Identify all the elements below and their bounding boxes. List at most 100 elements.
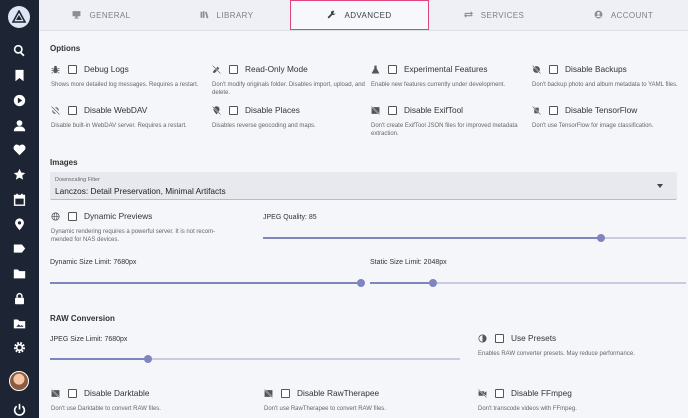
brain-off-icon: [532, 105, 541, 115]
use-presets-checkbox[interactable]: [495, 333, 504, 343]
chevron-down-icon: [657, 184, 663, 188]
experimental-checkbox[interactable]: [388, 64, 397, 74]
disable-darktable-checkbox[interactable]: [68, 388, 77, 398]
disable-exiftool-label: Disable ExifTool: [404, 105, 464, 115]
contrast-icon: [478, 333, 487, 343]
dynamic-previews-label: Dynamic Previews: [84, 211, 153, 221]
jpeg-size-limit-fill: [50, 358, 149, 360]
settings-tabs: GENERAL LIBRARY ADVANCED SERVICES ACCOUN…: [39, 0, 688, 31]
disable-exiftool-description: Don't create ExifTool JSON files for imp…: [371, 123, 518, 137]
dynamic-previews-description: Dynamic rendering requires a powerful se…: [51, 229, 216, 243]
dynamic-size-limit-slider[interactable]: [50, 279, 365, 287]
disable-backups-description: Don't backup photo and album metadata to…: [532, 82, 678, 88]
jpeg-size-limit-thumb[interactable]: [144, 355, 153, 363]
person-icon[interactable]: [11, 117, 27, 133]
debug-logs-label: Debug Logs: [84, 64, 129, 74]
folder-icon[interactable]: [11, 265, 27, 281]
swap-icon: [463, 10, 473, 21]
disable-ffmpeg-checkbox[interactable]: [495, 388, 504, 398]
tab-general[interactable]: GENERAL: [39, 0, 164, 30]
map-marker-icon[interactable]: [11, 216, 27, 232]
sync-off-icon: [51, 105, 60, 115]
downscaling-filter-select[interactable]: Downscaling Filter Lanczos: Detail Prese…: [50, 172, 677, 200]
heart-icon[interactable]: [11, 141, 27, 157]
read-only-option: Read-Only Mode Don't modify originals fo…: [212, 63, 372, 97]
tab-account[interactable]: ACCOUNT: [559, 0, 688, 30]
static-size-limit-label: Static Size Limit: 2048px: [370, 259, 447, 266]
disable-darktable-label: Disable Darktable: [84, 388, 150, 398]
monitor-icon: [72, 10, 81, 21]
map-marker-off-icon: [212, 105, 221, 115]
dynamic-previews-option: Dynamic Previews Dynamic rendering requi…: [51, 210, 231, 244]
debug-logs-option: Debug Logs Shows more detailed log messa…: [51, 63, 211, 89]
star-icon[interactable]: [11, 166, 27, 182]
disable-webdav-option: Disable WebDAV Disable built-in WebDAV s…: [51, 104, 211, 130]
jpeg-size-limit-slider[interactable]: [50, 355, 460, 363]
tab-library[interactable]: LIBRARY: [164, 0, 289, 30]
disable-backups-checkbox[interactable]: [549, 64, 558, 74]
disable-places-description: Disables reverse geocoding and maps.: [212, 123, 316, 129]
dynamic-size-limit-thumb[interactable]: [357, 279, 365, 287]
dynamic-previews-checkbox[interactable]: [68, 211, 77, 221]
sidebar: [0, 0, 39, 418]
disable-places-checkbox[interactable]: [229, 105, 238, 115]
advanced-settings-panel: Options Debug Logs Shows more detailed l…: [39, 31, 688, 418]
experimental-description: Enable new features currently under deve…: [371, 82, 506, 88]
disable-rawtherapee-option: Disable RawTherapee Don't use RawTherape…: [264, 387, 454, 413]
disable-tensorflow-label: Disable TensorFlow: [565, 105, 638, 115]
power-icon[interactable]: [11, 401, 27, 417]
lock-icon[interactable]: [11, 290, 27, 306]
read-only-description: Don't modify originals folder. Disables …: [212, 82, 365, 96]
experimental-label: Experimental Features: [404, 64, 488, 74]
jpeg-quality-slider[interactable]: [263, 234, 686, 242]
disable-tensorflow-checkbox[interactable]: [549, 105, 558, 115]
disable-exiftool-option: Disable ExifTool Don't create ExifTool J…: [371, 104, 531, 138]
disable-backups-option: Disable Backups Don't backup photo and a…: [532, 63, 688, 89]
static-size-limit-thumb[interactable]: [429, 279, 438, 287]
use-presets-option: Use Presets Enables RAW converter preset…: [478, 332, 678, 358]
disable-webdav-label: Disable WebDAV: [84, 105, 148, 115]
backup-off-icon: [532, 64, 541, 74]
disable-webdav-description: Disable built-in WebDAV server. Requires…: [51, 123, 187, 129]
disable-rawtherapee-label: Disable RawTherapee: [297, 388, 380, 398]
debug-logs-checkbox[interactable]: [68, 64, 77, 74]
static-size-limit-fill: [370, 282, 434, 284]
downscaling-filter-value: Lanczos: Detail Preservation, Minimal Ar…: [55, 186, 226, 196]
folder-image-icon[interactable]: [11, 315, 27, 331]
tab-services[interactable]: SERVICES: [429, 0, 559, 30]
library-icon: [200, 10, 209, 21]
disable-tensorflow-option: Disable TensorFlow Don't use TensorFlow …: [532, 104, 688, 130]
static-size-limit-slider[interactable]: [370, 279, 686, 287]
disable-darktable-description: Don't use Darktable to convert RAW files…: [51, 406, 161, 412]
disable-places-label: Disable Places: [245, 105, 300, 115]
jpeg-quality-label: JPEG Quality: 85: [263, 214, 317, 221]
read-only-checkbox[interactable]: [229, 64, 238, 74]
downscaling-filter-label: Downscaling Filter: [55, 177, 100, 183]
options-section-title: Options: [50, 44, 81, 53]
calendar-icon[interactable]: [11, 191, 27, 207]
play-circle-icon[interactable]: [11, 92, 27, 108]
gear-icon[interactable]: [11, 339, 27, 355]
image-off-icon: [371, 105, 380, 115]
raw-section-title: RAW Conversion: [50, 314, 115, 323]
globe-icon: [51, 211, 60, 221]
search-icon[interactable]: [11, 42, 27, 58]
label-icon[interactable]: [11, 240, 27, 256]
app-logo-icon[interactable]: [8, 6, 30, 28]
avatar[interactable]: [9, 371, 29, 391]
use-presets-description: Enables RAW converter presets. May reduc…: [478, 351, 635, 357]
image-off-icon: [51, 388, 60, 398]
video-off-icon: [478, 388, 487, 398]
disable-exiftool-checkbox[interactable]: [388, 105, 397, 115]
disable-webdav-checkbox[interactable]: [68, 105, 77, 115]
disable-ffmpeg-option: Disable FFmpeg Don't transcode videos wi…: [478, 387, 668, 413]
disable-tensorflow-description: Don't use TensorFlow for image classific…: [532, 123, 654, 129]
disable-rawtherapee-checkbox[interactable]: [281, 388, 290, 398]
tab-advanced[interactable]: ADVANCED: [290, 0, 429, 30]
dynamic-size-limit-fill: [50, 282, 361, 284]
jpeg-quality-thumb[interactable]: [597, 234, 606, 242]
experimental-option: Experimental Features Enable new feature…: [371, 63, 531, 89]
bookmark-icon[interactable]: [11, 67, 27, 83]
jpeg-quality-fill: [263, 237, 602, 239]
use-presets-label: Use Presets: [511, 333, 557, 343]
